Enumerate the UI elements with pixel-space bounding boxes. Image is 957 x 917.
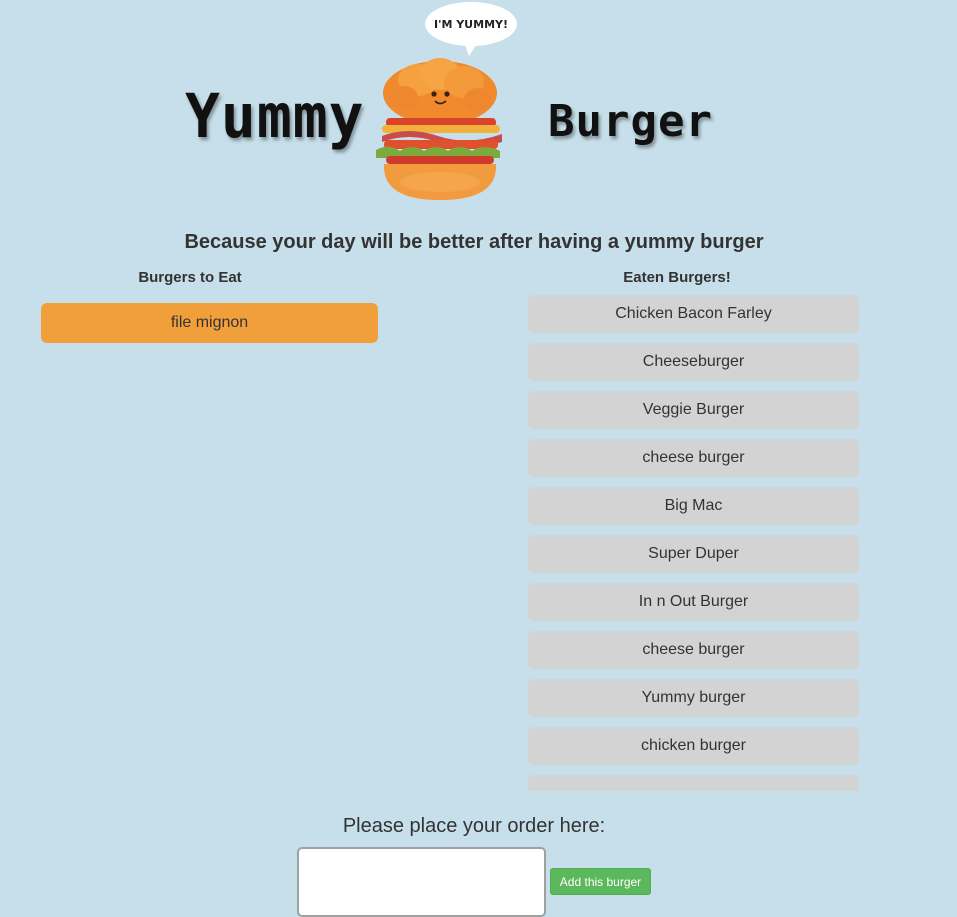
burgers-to-eat-heading: Burgers to Eat xyxy=(138,269,242,286)
eaten-item: chicken burger xyxy=(528,727,859,765)
eaten-item: cheese burger xyxy=(528,631,859,669)
tagline: Because your day will be better after ha… xyxy=(184,231,764,253)
eaten-item: Cheeseburger xyxy=(528,343,859,381)
eaten-item: Yummy burger xyxy=(528,679,859,717)
eaten-item: Super Duper xyxy=(528,535,859,573)
logo-title-right: Burger xyxy=(548,96,713,147)
speech-bubble-text: I'M YUMMY! xyxy=(434,18,508,31)
eaten-item: Big Mac xyxy=(528,487,859,525)
eaten-item xyxy=(528,775,859,791)
eaten-item: Veggie Burger xyxy=(528,391,859,429)
eaten-burgers-list[interactable]: Chicken Bacon Farley Cheeseburger Veggie… xyxy=(528,295,859,791)
eaten-item: cheese burger xyxy=(528,439,859,477)
burger-name-input[interactable] xyxy=(297,847,546,917)
eaten-burgers-heading: Eaten Burgers! xyxy=(623,269,731,286)
eaten-item: Chicken Bacon Farley xyxy=(528,295,859,333)
to-eat-item-button[interactable]: file mignon xyxy=(41,303,378,343)
eaten-item: In n Out Burger xyxy=(528,583,859,621)
order-prompt-label: Please place your order here: xyxy=(342,815,606,837)
logo-title-left: Yummy xyxy=(185,80,365,152)
burger-mascot-icon: I'M YUMMY! xyxy=(376,2,517,200)
burgers-to-eat-list: file mignon xyxy=(41,303,378,343)
speech-bubble: I'M YUMMY! xyxy=(425,2,517,56)
add-burger-button[interactable]: Add this burger xyxy=(550,868,651,895)
